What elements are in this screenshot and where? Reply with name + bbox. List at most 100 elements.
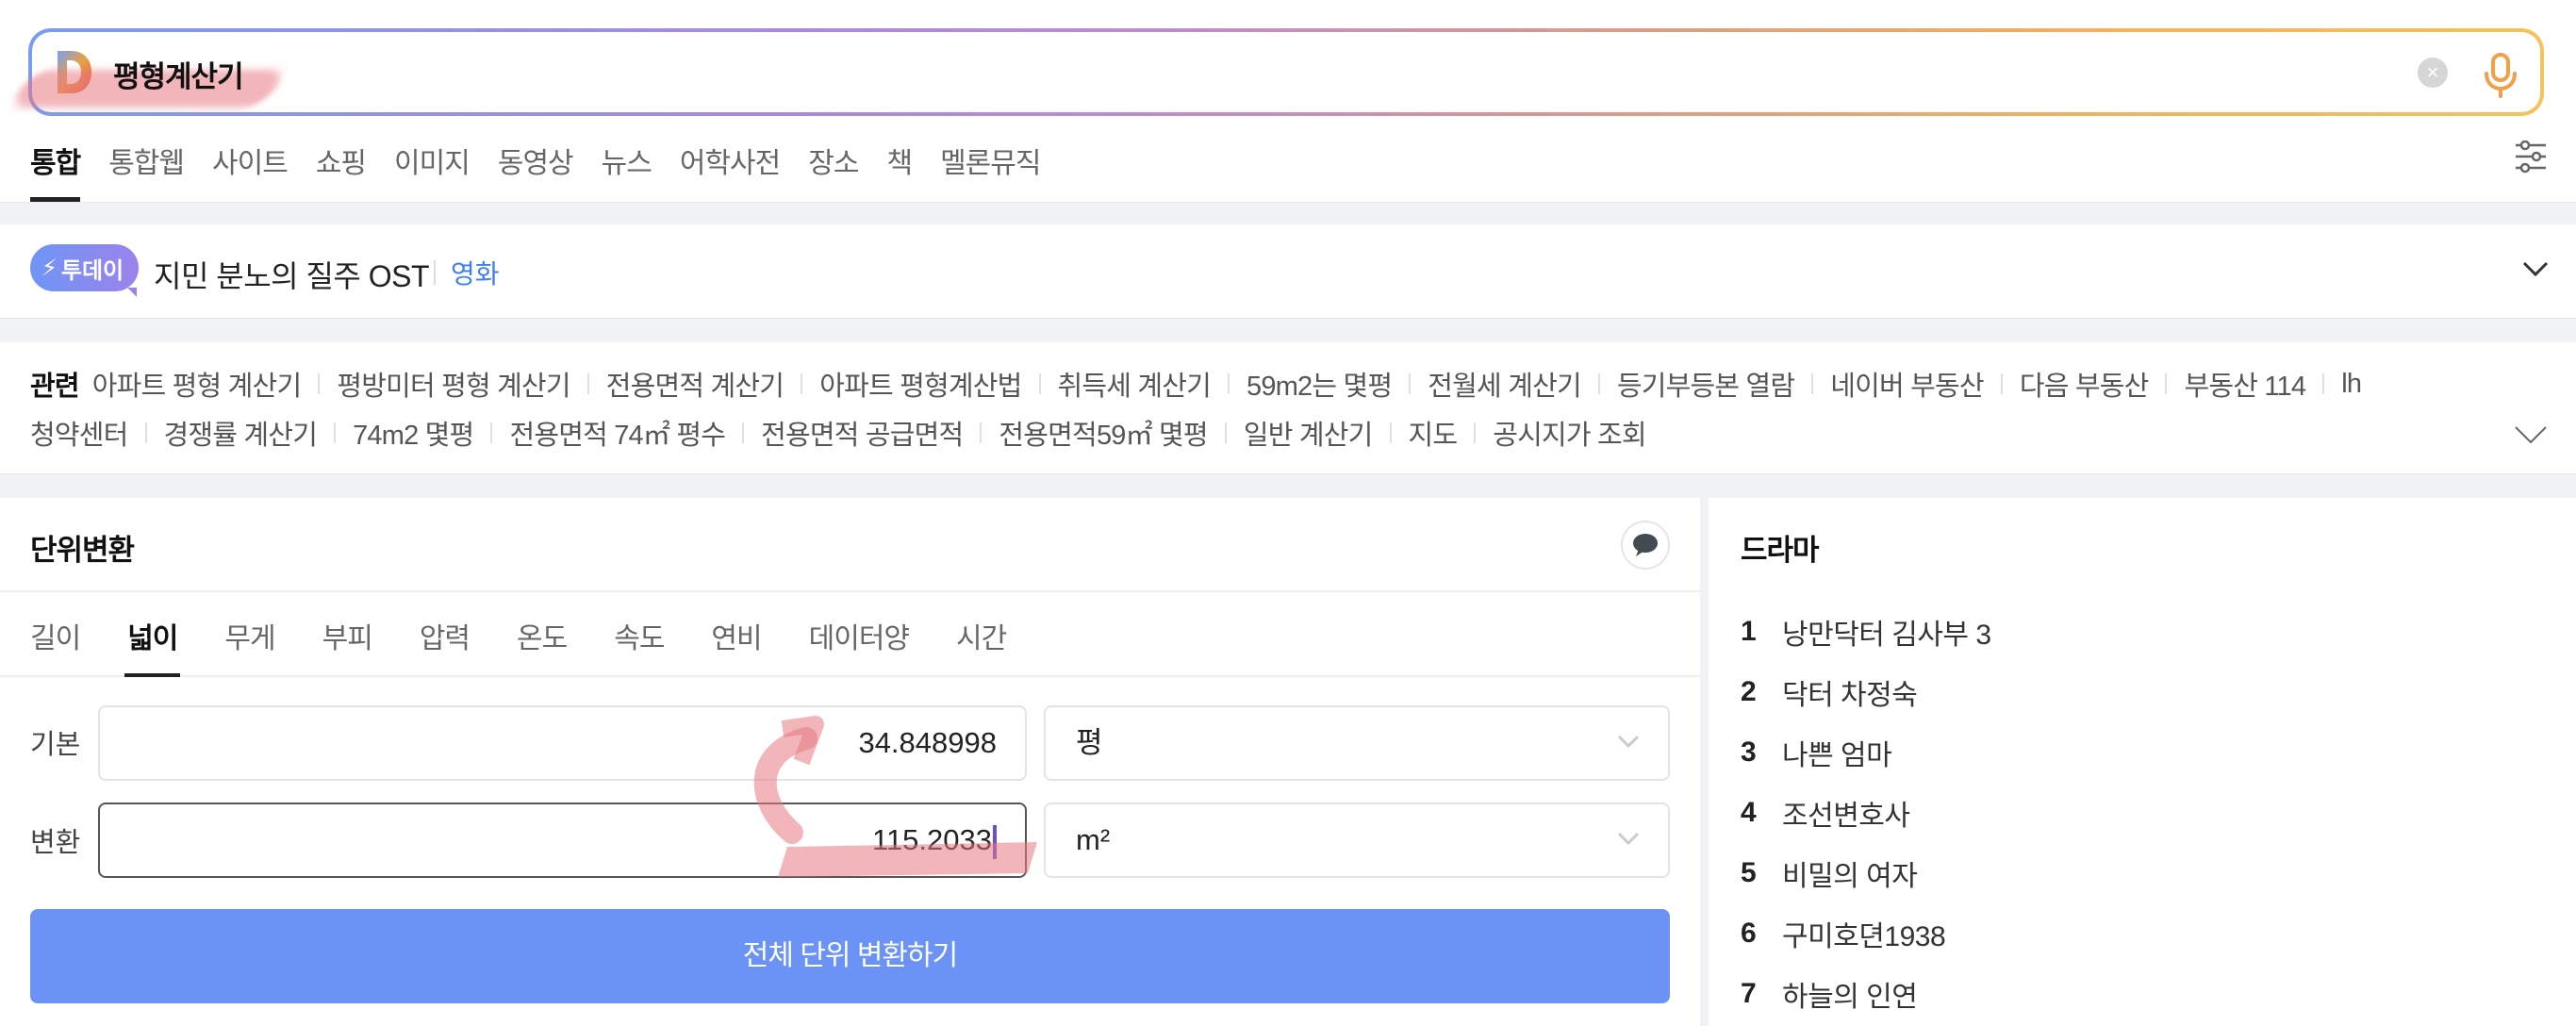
filter-settings-icon[interactable] xyxy=(2514,140,2548,174)
result-label: 변환 xyxy=(30,828,81,858)
drama-title-link[interactable]: 하늘의 인연 xyxy=(1782,973,1918,1015)
daum-logo-icon[interactable] xyxy=(58,51,91,93)
drama-title-link[interactable]: 조선변호사 xyxy=(1782,792,1910,834)
related-search-link[interactable]: 전용면적 계산기 xyxy=(606,364,784,404)
drama-list-item[interactable]: 2 닥터 차정숙 xyxy=(1741,662,1991,722)
tab-dictionary[interactable]: 어학사전 xyxy=(680,140,781,202)
today-badge[interactable]: ⚡ 투데이 xyxy=(30,244,140,291)
divider xyxy=(1811,373,1814,394)
microphone-icon[interactable] xyxy=(2482,51,2519,98)
drama-title-link[interactable]: 비밀의 여자 xyxy=(1782,852,1918,894)
related-search-link[interactable]: 아파트 평형계산법 xyxy=(819,364,1022,404)
tab-image[interactable]: 이미지 xyxy=(394,140,471,202)
tab-book[interactable]: 책 xyxy=(886,140,913,202)
related-search-link[interactable]: 부동산 114 xyxy=(2184,364,2306,404)
related-search-link[interactable]: 아파트 평형 계산기 xyxy=(92,364,302,404)
divider xyxy=(742,422,745,443)
related-search-link[interactable]: 청약센터 xyxy=(30,413,128,453)
tab-site[interactable]: 사이트 xyxy=(212,140,289,202)
tab-shopping[interactable]: 쇼핑 xyxy=(316,140,367,202)
drama-title-link[interactable]: 낭만닥터 김사부 3 xyxy=(1782,611,1991,653)
feedback-button[interactable] xyxy=(1621,521,1670,570)
drama-title-link[interactable]: 나쁜 엄마 xyxy=(1782,732,1892,773)
related-search-link[interactable]: 경쟁률 계산기 xyxy=(164,413,318,453)
divider xyxy=(434,260,436,285)
expand-chevron-icon[interactable] xyxy=(2514,423,2548,446)
tab-melon-music[interactable]: 멜론뮤직 xyxy=(940,140,1041,202)
chevron-down-icon xyxy=(1617,832,1640,846)
related-search-link[interactable]: 전월세 계산기 xyxy=(1428,364,1581,404)
divider xyxy=(318,373,321,394)
related-search-link[interactable]: 전용면적 74㎡ 평수 xyxy=(509,413,725,453)
rank-number: 4 xyxy=(1741,797,1757,828)
unit-tab-speed[interactable]: 속도 xyxy=(614,592,665,675)
related-searches: 관련 아파트 평형 계산기 평방미터 평형 계산기 전용면적 계산기 아파트 평형계산… xyxy=(0,342,2576,474)
tab-video[interactable]: 동영상 xyxy=(498,140,574,202)
drama-list-item[interactable]: 5 비밀의 여자 xyxy=(1741,843,1991,903)
divider xyxy=(1228,373,1230,394)
search-input[interactable]: 평형계산기 xyxy=(113,53,244,95)
drama-list-item[interactable]: 1 낭만닥터 김사부 3 xyxy=(1741,602,1991,662)
drama-list-item[interactable]: 4 조선변호사 xyxy=(1741,783,1991,843)
convert-all-units-button[interactable]: 전체 단위 변환하기 xyxy=(30,909,1670,1003)
related-search-link[interactable]: 공시지가 조회 xyxy=(1493,413,1646,453)
result-value-input[interactable]: 115.2033 xyxy=(98,803,1027,878)
related-search-link[interactable]: 74m2 몇평 xyxy=(353,413,474,453)
unit-tab-pressure[interactable]: 압력 xyxy=(420,592,471,675)
drama-title-link[interactable]: 구미호뎐1938 xyxy=(1782,913,1946,954)
drama-title-link[interactable]: 닥터 차정숙 xyxy=(1782,671,1918,713)
related-search-link[interactable]: 평방미터 평형 계산기 xyxy=(337,364,570,404)
today-category-link[interactable]: 영화 xyxy=(451,254,500,291)
divider xyxy=(1597,373,1600,394)
search-box[interactable]: 평형계산기 × xyxy=(7,28,2544,116)
related-search-link[interactable]: 일반 계산기 xyxy=(1244,413,1373,453)
divider xyxy=(1389,422,1392,443)
unit-tab-temperature[interactable]: 온도 xyxy=(517,592,568,675)
drama-list-item[interactable]: 7 하늘의 인연 xyxy=(1741,964,1991,1024)
related-search-link[interactable]: 전용면적59㎡ 몇평 xyxy=(999,413,1208,453)
related-line-1: 관련 아파트 평형 계산기 평방미터 평형 계산기 전용면적 계산기 아파트 평형계산… xyxy=(30,364,2362,404)
tab-news[interactable]: 뉴스 xyxy=(602,140,652,202)
divider xyxy=(1038,373,1041,394)
unit-tab-weight[interactable]: 무게 xyxy=(224,592,275,675)
converter-title: 단위변환 xyxy=(30,534,135,567)
divider xyxy=(586,373,589,394)
clear-icon[interactable]: × xyxy=(2418,58,2448,88)
drama-list-item[interactable]: 6 구미호뎐1938 xyxy=(1741,903,1991,964)
related-search-link[interactable]: lh xyxy=(2341,369,2362,400)
tab-place[interactable]: 장소 xyxy=(808,140,859,202)
related-search-link[interactable]: 59m2는 몇평 xyxy=(1247,364,1393,404)
lightning-icon: ⚡ xyxy=(41,255,58,281)
result-value: 115.2033 xyxy=(872,823,992,856)
unit-tab-time[interactable]: 시간 xyxy=(956,592,1007,675)
unit-tab-area[interactable]: 넓이 xyxy=(124,592,181,677)
tab-integrated[interactable]: 통합 xyxy=(30,140,81,202)
text-caret xyxy=(993,824,997,859)
unit-tab-volume[interactable]: 부피 xyxy=(322,592,373,675)
related-search-link[interactable]: 네이버 부동산 xyxy=(1830,364,1984,404)
rank-number: 2 xyxy=(1741,676,1757,707)
unit-tab-fuel-efficiency[interactable]: 연비 xyxy=(711,592,762,675)
related-search-link[interactable]: 다음 부동산 xyxy=(2020,364,2149,404)
divider xyxy=(1474,422,1477,443)
unit-converter-panel: 단위변환 길이 넓이 무게 부피 압력 온도 속도 연비 데이터양 시간 기본 … xyxy=(0,498,1700,1026)
base-value: 34.848998 xyxy=(858,726,997,759)
unit-category-tabs: 길이 넓이 무게 부피 압력 온도 속도 연비 데이터양 시간 xyxy=(0,592,1700,677)
speech-bubble-icon xyxy=(1633,534,1658,556)
search-header: 평형계산기 × 통합 통합웹 사이트 쇼핑 이미지 동영상 뉴스 어학사전 장소… xyxy=(0,0,2576,203)
drama-list-item[interactable]: 3 나쁜 엄마 xyxy=(1741,722,1991,783)
related-search-link[interactable]: 지도 xyxy=(1409,413,1459,453)
result-unit-select[interactable]: m² xyxy=(1044,803,1670,878)
tab-integrated-web[interactable]: 통합웹 xyxy=(108,140,185,202)
base-unit-select[interactable]: 평 xyxy=(1044,705,1670,781)
related-search-link[interactable]: 전용면적 공급면적 xyxy=(761,413,964,453)
today-title-link[interactable]: 지민 분노의 질주 OST xyxy=(154,253,430,296)
related-search-link[interactable]: 등기부등본 열람 xyxy=(1617,364,1795,404)
base-value-input[interactable]: 34.848998 xyxy=(98,705,1027,781)
divider xyxy=(980,422,983,443)
related-search-link[interactable]: 취득세 계산기 xyxy=(1058,364,1212,404)
unit-tab-data[interactable]: 데이터양 xyxy=(809,592,910,675)
chevron-down-icon[interactable] xyxy=(2521,255,2550,283)
divider xyxy=(334,422,337,443)
unit-tab-length[interactable]: 길이 xyxy=(30,592,81,675)
